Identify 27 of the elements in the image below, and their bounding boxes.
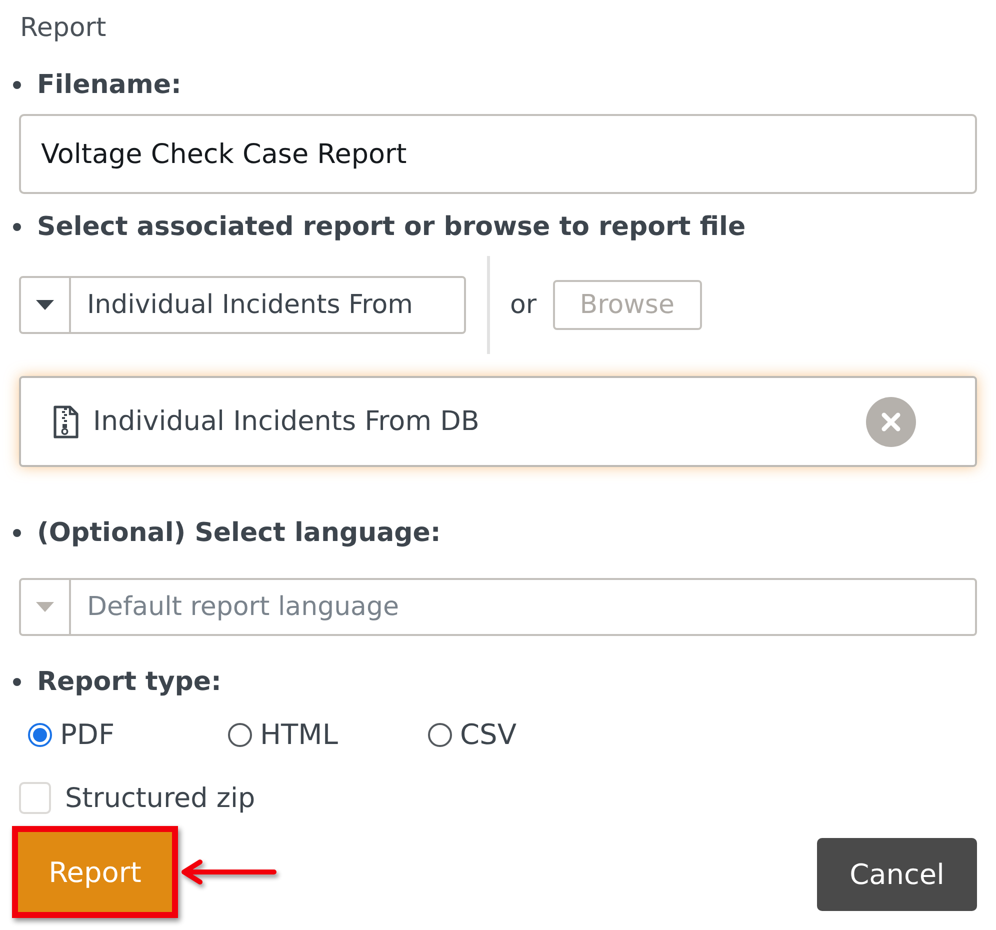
bullet-icon [13, 678, 21, 686]
zip-file-icon [53, 404, 79, 438]
radio-label[interactable]: PDF [60, 718, 115, 751]
bullet-icon [13, 529, 21, 537]
language-select[interactable]: Default report language [19, 578, 977, 636]
checkbox-label[interactable]: Structured zip [65, 782, 256, 814]
bullet-icon [13, 223, 21, 231]
cancel-button[interactable]: Cancel [817, 838, 977, 910]
field-label: (Optional) Select language: [37, 518, 441, 548]
report-select[interactable]: Individual Incidents From [19, 276, 466, 334]
checkbox[interactable] [19, 782, 51, 814]
caret-icon [36, 602, 54, 612]
radio-button[interactable] [428, 722, 452, 746]
file-name: Individual Incidents From DB [93, 406, 480, 437]
radio-button[interactable] [228, 722, 252, 746]
bullet-icon [13, 81, 21, 89]
radio-label[interactable]: CSV [460, 718, 516, 751]
field-label: Report type: [37, 667, 222, 697]
dialog-title: Report [20, 12, 106, 44]
field-label: Filename: [37, 70, 182, 100]
filename-field[interactable]: Voltage Check Case Report [19, 114, 977, 194]
caret-icon [36, 300, 54, 310]
radio-button[interactable] [28, 722, 52, 746]
or-text: or [510, 290, 537, 320]
radio-label[interactable]: HTML [260, 718, 338, 751]
field-label: Select associated report or browse to report file [37, 212, 746, 242]
close-icon [881, 412, 901, 432]
